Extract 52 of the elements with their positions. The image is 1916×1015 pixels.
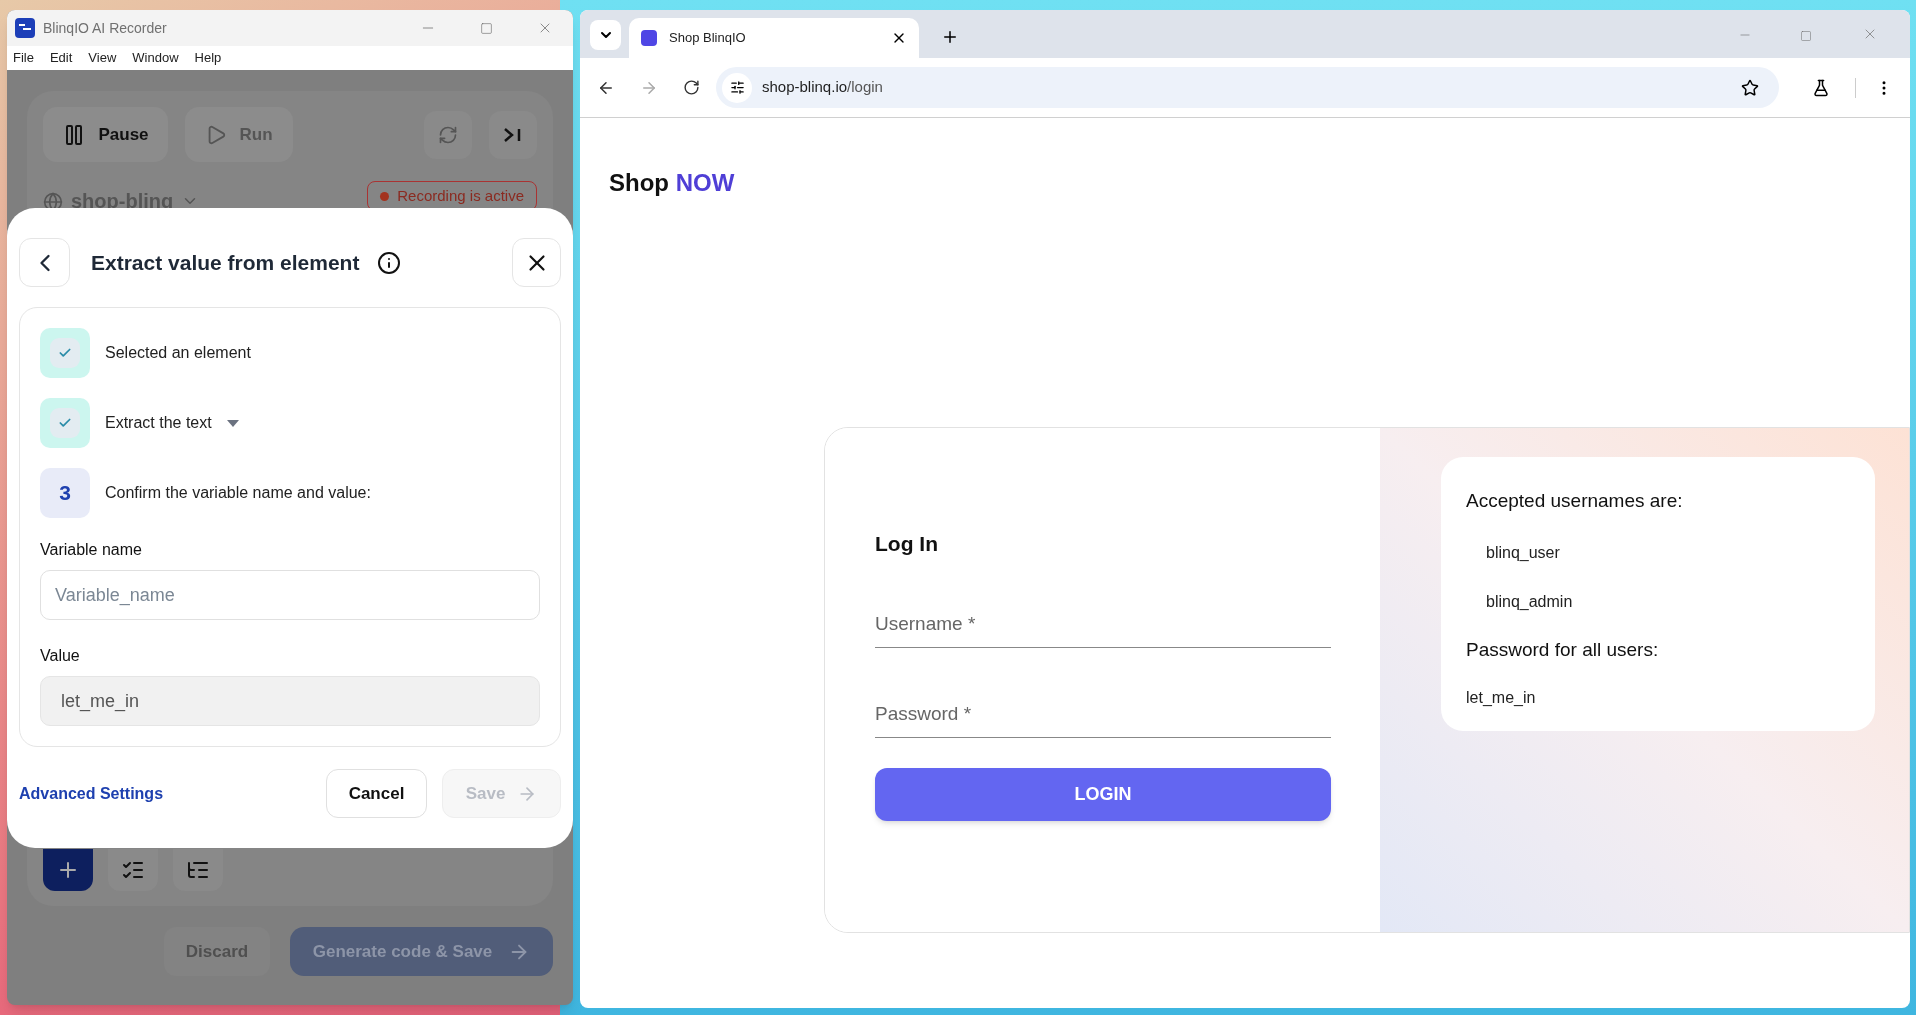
menu-item[interactable]: Window <box>132 48 179 68</box>
step-label: Selected an element <box>105 343 251 363</box>
menu-item[interactable]: View <box>88 48 117 68</box>
variable-name-field[interactable]: Variable_name <box>40 570 540 620</box>
dropdown-caret-icon[interactable] <box>226 419 239 427</box>
info-icon[interactable] <box>377 250 402 275</box>
sliders-icon <box>729 80 745 95</box>
field-label: Variable name <box>40 540 143 560</box>
app-logo-icon <box>15 18 35 38</box>
checklist-button[interactable] <box>108 849 158 891</box>
password-text: let_me_in <box>1466 688 1537 708</box>
favicon-icon <box>641 30 657 46</box>
site-settings-icon[interactable] <box>722 72 752 103</box>
steps-button[interactable] <box>173 849 223 891</box>
login-button[interactable]: LOGIN <box>875 767 1331 821</box>
advanced-settings-link[interactable]: Advanced Settings <box>19 781 164 806</box>
menu-item[interactable]: File <box>13 48 34 68</box>
site-logo: Shop NOW <box>609 168 736 198</box>
flask-icon[interactable] <box>1812 78 1830 97</box>
address-bar[interactable]: shop-blinq.io/login <box>716 67 1779 108</box>
text-field[interactable]: Password * <box>875 691 1331 738</box>
step-number: 3 <box>40 468 90 518</box>
window-title: BlinqIO AI Recorder <box>43 18 167 38</box>
new-tab-icon[interactable] <box>941 28 959 46</box>
url-text: shop-blinq.io/login <box>762 77 883 98</box>
username-item: blinq_admin <box>1486 591 1574 612</box>
close-button[interactable] <box>512 238 561 287</box>
text-field[interactable]: Username * <box>875 601 1331 648</box>
pause-button[interactable]: Pause <box>43 107 168 162</box>
field-label: Value <box>40 646 81 666</box>
usernames-heading: Accepted usernames are: <box>1466 489 1684 513</box>
cancel-button[interactable]: Cancel <box>326 769 427 818</box>
menu-item[interactable]: Edit <box>49 48 73 68</box>
back-button[interactable] <box>19 238 70 287</box>
step-done-icon <box>40 398 90 448</box>
step-label[interactable]: Extract the text <box>105 411 212 435</box>
step-done-icon <box>40 328 90 378</box>
menu-item[interactable]: Help <box>194 48 222 68</box>
skip-button[interactable] <box>489 110 537 159</box>
step-label: Confirm the variable name and value: <box>105 483 371 503</box>
add-button[interactable] <box>43 849 93 891</box>
value-field[interactable]: let_me_in <box>40 676 540 726</box>
password-heading: Password for all users: <box>1466 637 1660 662</box>
refresh-icon <box>438 124 458 145</box>
dialog-title: Extract value from element <box>91 249 360 276</box>
browser-tab[interactable]: Shop BlinqIO <box>629 18 919 58</box>
login-title: Log In <box>875 531 939 557</box>
tab-list-button[interactable] <box>590 20 621 50</box>
bookmark-star-icon[interactable] <box>1741 78 1759 97</box>
tab-title: Shop BlinqIO <box>669 29 747 48</box>
username-item: blinq_user <box>1486 542 1561 563</box>
reload-icon[interactable] <box>683 79 700 96</box>
